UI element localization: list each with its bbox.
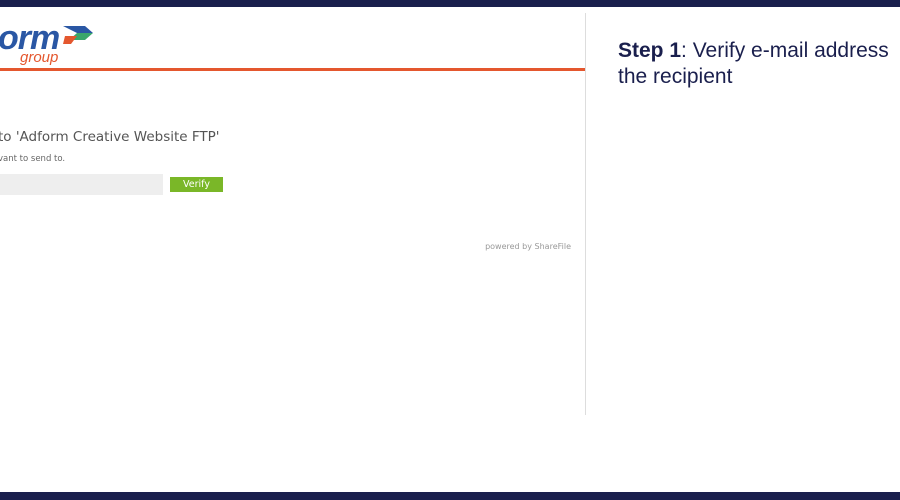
email-input[interactable]: [0, 174, 163, 195]
top-frame-bar: [0, 0, 900, 7]
step-heading: Step 1: Verify e-mail address: [618, 38, 900, 64]
logo-subtitle: group: [20, 49, 59, 66]
step-number: Step 1: [618, 39, 682, 62]
adform-logo[interactable]: orm group: [0, 19, 108, 75]
step-text: : Verify e-mail address: [681, 39, 889, 62]
panel-divider: [585, 13, 586, 415]
screenshot-frame: orm group to 'Adform Creative Website FT…: [0, 0, 900, 500]
step-instructions: Step 1: Verify e-mail address the recipi…: [618, 38, 900, 90]
header-divider: [0, 68, 585, 71]
logo-arrow-icon: [63, 26, 93, 44]
upload-heading: to 'Adform Creative Website FTP': [0, 129, 220, 145]
bottom-frame-bar: [0, 492, 900, 500]
email-instruction: vant to send to.: [0, 154, 66, 164]
step-text-continued: the recipient: [618, 65, 733, 88]
sharefile-upload-page: orm group to 'Adform Creative Website FT…: [0, 7, 585, 492]
verify-button[interactable]: Verify: [170, 177, 223, 192]
powered-by-sharefile: powered by ShareFile: [485, 242, 571, 251]
